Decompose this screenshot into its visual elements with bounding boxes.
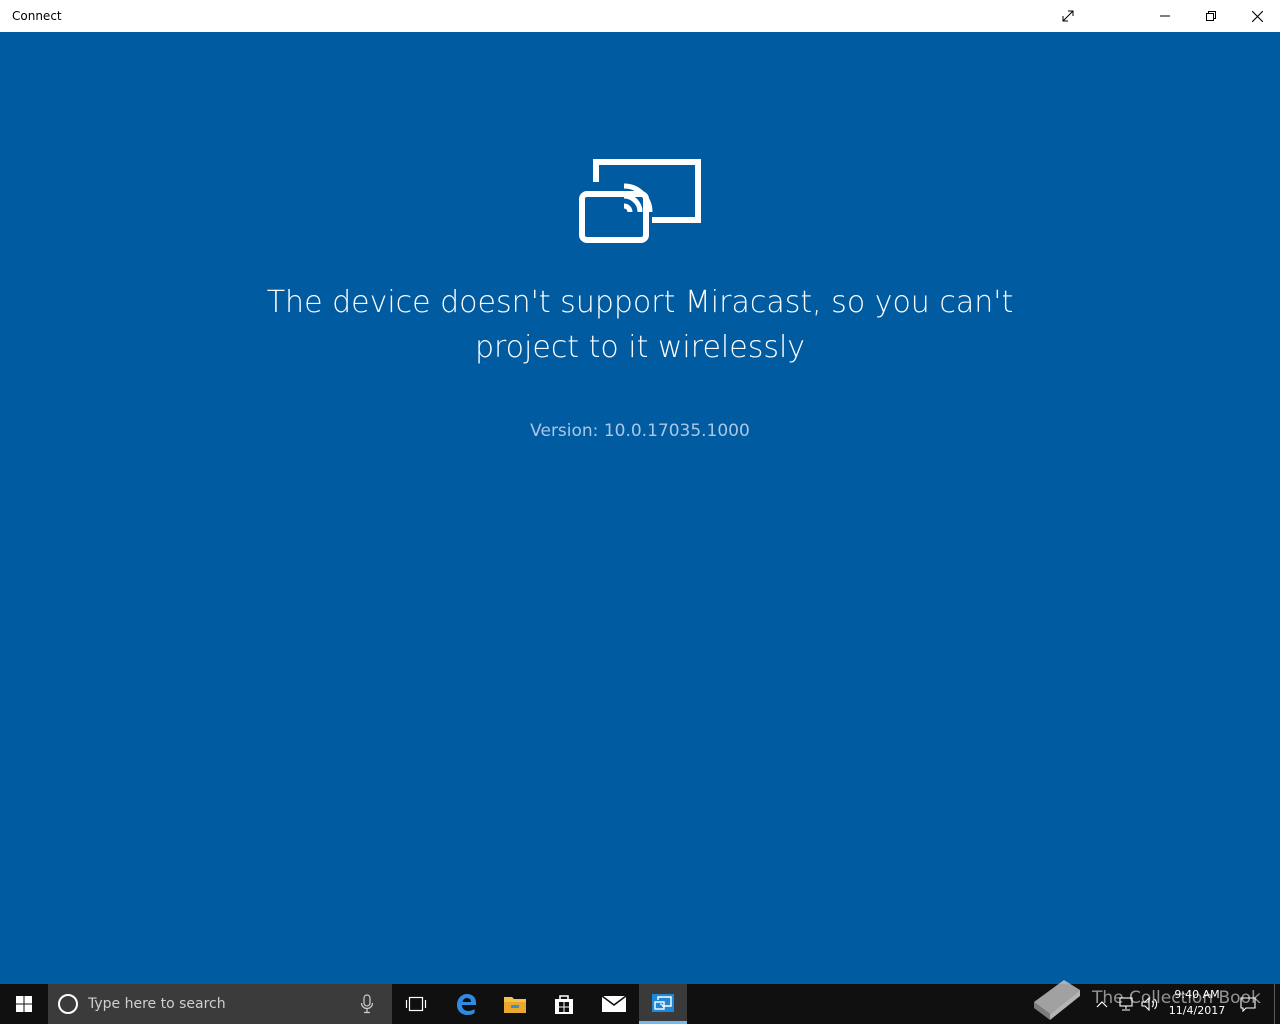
volume-icon xyxy=(1141,997,1158,1011)
volume-button[interactable] xyxy=(1138,984,1162,1024)
taskbar-file-explorer[interactable] xyxy=(491,984,539,1024)
store-icon xyxy=(555,995,573,1014)
minimize-button[interactable] xyxy=(1142,0,1188,32)
mail-icon xyxy=(601,995,627,1012)
clock[interactable]: 9:40 AM 11/4/2017 xyxy=(1164,987,1230,1019)
chevron-up-icon xyxy=(1096,1001,1108,1008)
action-center-button[interactable] xyxy=(1234,984,1262,1024)
minimize-icon xyxy=(1160,15,1170,17)
version-label: Version: 10.0.17035.1000 xyxy=(530,421,750,441)
close-button[interactable] xyxy=(1234,0,1280,32)
full-screen-button[interactable] xyxy=(1045,0,1091,32)
taskbar-mail[interactable] xyxy=(590,984,638,1024)
search-placeholder[interactable]: Type here to search xyxy=(88,996,226,1012)
taskbar: Type here to search The Collection Book … xyxy=(0,980,1280,1024)
taskbar-edge[interactable] xyxy=(442,984,490,1024)
clock-date: 11/4/2017 xyxy=(1168,1004,1226,1017)
project-cast-icon xyxy=(579,159,701,243)
network-button[interactable] xyxy=(1114,984,1138,1024)
taskbar-connect[interactable] xyxy=(639,984,687,1024)
file-explorer-icon xyxy=(504,997,526,1013)
task-view-icon xyxy=(405,996,427,1012)
taskbar-store[interactable] xyxy=(540,984,588,1024)
microphone-icon[interactable] xyxy=(360,994,374,1014)
main-content: The device doesn't support Miracast, so … xyxy=(0,32,1280,984)
error-message: The device doesn't support Miracast, so … xyxy=(266,285,1014,365)
edge-icon xyxy=(457,994,476,1015)
close-icon xyxy=(1251,10,1263,22)
restore-icon xyxy=(1206,11,1216,21)
clock-time: 9:40 AM xyxy=(1174,988,1220,1001)
notification-icon xyxy=(1240,996,1256,1012)
expand-icon xyxy=(1062,10,1074,22)
task-view-button[interactable] xyxy=(392,984,440,1024)
network-icon xyxy=(1119,997,1133,1011)
search-box[interactable]: Type here to search xyxy=(48,984,392,1024)
start-button[interactable] xyxy=(0,984,48,1024)
windows-logo-icon xyxy=(16,996,32,1012)
restore-button[interactable] xyxy=(1188,0,1234,32)
connect-icon xyxy=(652,993,674,1012)
title-bar: Connect xyxy=(0,0,1280,32)
show-desktop-button[interactable] xyxy=(1274,984,1280,1024)
show-hidden-icons-button[interactable] xyxy=(1090,984,1114,1024)
cortana-icon[interactable] xyxy=(58,994,78,1014)
window-title: Connect xyxy=(12,9,62,23)
